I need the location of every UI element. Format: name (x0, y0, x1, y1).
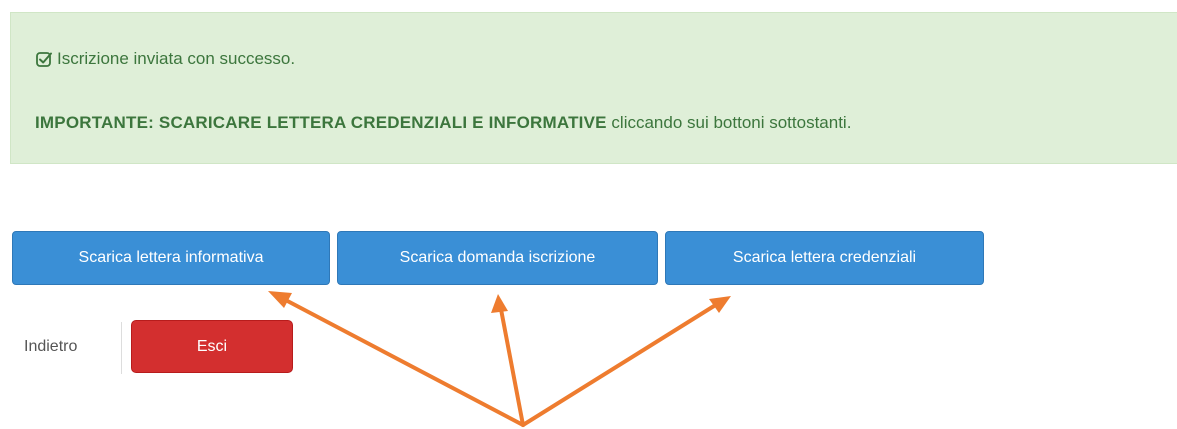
important-bold-text: IMPORTANTE: SCARICARE LETTERA CREDENZIAL… (35, 113, 607, 132)
download-credenziali-button[interactable]: Scarica lettera credenziali (665, 231, 984, 285)
annotation-arrow-middle (498, 302, 525, 427)
success-alert: Iscrizione inviata con successo. IMPORTA… (10, 12, 1177, 164)
annotation-arrow-left (276, 294, 525, 427)
success-text: Iscrizione inviata con successo. (57, 49, 296, 68)
divider (121, 322, 122, 374)
arrowhead-right (709, 296, 731, 313)
annotation-arrow-right (521, 299, 724, 427)
exit-button[interactable]: Esci (131, 320, 293, 373)
check-square-icon (36, 52, 52, 67)
important-message: IMPORTANTE: SCARICARE LETTERA CREDENZIAL… (35, 113, 851, 133)
page: Iscrizione inviata con successo. IMPORTA… (0, 0, 1177, 429)
arrowhead-left (268, 291, 292, 308)
arrowhead-middle (491, 294, 508, 313)
important-rest-text: cliccando sui bottoni sottostanti. (606, 113, 852, 132)
success-message: Iscrizione inviata con successo. (35, 49, 295, 69)
download-informativa-button[interactable]: Scarica lettera informativa (12, 231, 330, 285)
download-domanda-button[interactable]: Scarica domanda iscrizione (337, 231, 658, 285)
back-link[interactable]: Indietro (24, 338, 77, 356)
